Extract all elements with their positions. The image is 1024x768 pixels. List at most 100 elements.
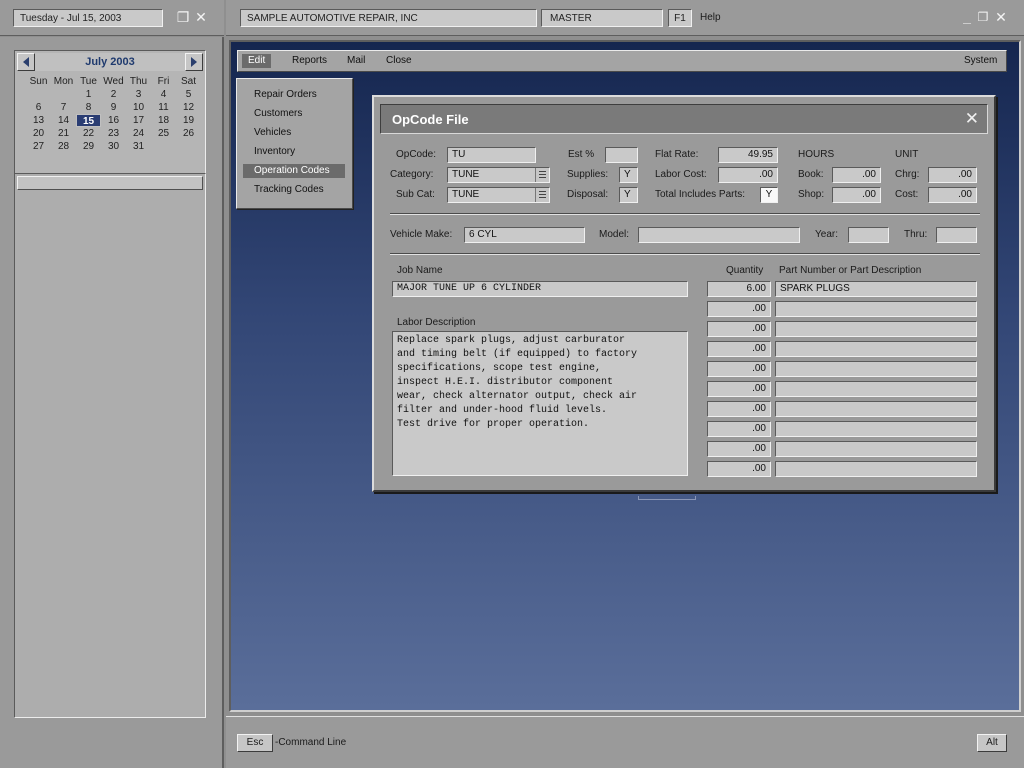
- category-select[interactable]: TUNE: [447, 167, 550, 183]
- opcode-field[interactable]: TU: [447, 147, 536, 163]
- calendar-day[interactable]: 3: [126, 88, 151, 101]
- menu-reports[interactable]: Reports: [286, 54, 333, 68]
- calendar-day[interactable]: 2: [101, 88, 126, 101]
- calendar-day[interactable]: 24: [126, 127, 151, 140]
- menu-edit[interactable]: Edit: [242, 54, 272, 68]
- calendar-day[interactable]: 31: [126, 140, 151, 153]
- est-pct-field[interactable]: [605, 147, 638, 163]
- quantity-field[interactable]: .00: [707, 441, 771, 457]
- opcode-label: OpCode:: [396, 149, 437, 160]
- quantity-field[interactable]: .00: [707, 361, 771, 377]
- f1-key[interactable]: F1: [668, 9, 692, 27]
- disposal-field[interactable]: Y: [619, 187, 638, 203]
- year-field[interactable]: [848, 227, 889, 243]
- quantity-field[interactable]: .00: [707, 301, 771, 317]
- close-icon[interactable]: ✕: [194, 8, 208, 26]
- maximize-icon[interactable]: ❐: [976, 8, 990, 26]
- calendar-day[interactable]: 14: [51, 114, 76, 127]
- menu-item-operation-codes[interactable]: Operation Codes: [243, 164, 345, 178]
- subcat-select[interactable]: TUNE: [447, 187, 550, 203]
- part-field[interactable]: [775, 301, 977, 317]
- model-field[interactable]: [638, 227, 800, 243]
- part-field[interactable]: SPARK PLUGS: [775, 281, 977, 297]
- part-field[interactable]: [775, 341, 977, 357]
- calendar-day[interactable]: 30: [101, 140, 126, 153]
- part-field[interactable]: [775, 441, 977, 457]
- bottom-bar: Esc -Command Line Alt: [226, 716, 1024, 768]
- labor-description-field[interactable]: Replace spark plugs, adjust carburator a…: [392, 331, 688, 476]
- calendar-day[interactable]: 5: [176, 88, 201, 101]
- calendar-day[interactable]: 25: [151, 127, 176, 140]
- labor-cost-field[interactable]: .00: [718, 167, 778, 183]
- close-icon[interactable]: ✕: [965, 109, 979, 129]
- calendar-day[interactable]: 9: [101, 101, 126, 114]
- calendar-day[interactable]: 7: [51, 101, 76, 114]
- calendar-day-selected[interactable]: 15: [76, 114, 101, 127]
- calendar-day[interactable]: 13: [26, 114, 51, 127]
- calendar-day[interactable]: 23: [101, 127, 126, 140]
- part-field[interactable]: [775, 461, 977, 477]
- calendar-day[interactable]: 19: [176, 114, 201, 127]
- part-field[interactable]: [775, 321, 977, 337]
- next-month-button[interactable]: [185, 53, 203, 71]
- quantity-field[interactable]: .00: [707, 381, 771, 397]
- menu-item-inventory[interactable]: Inventory: [243, 145, 345, 159]
- quantity-field[interactable]: .00: [707, 401, 771, 417]
- calendar-day[interactable]: 17: [126, 114, 151, 127]
- menu-item-vehicles[interactable]: Vehicles: [243, 126, 345, 140]
- top-bar: SAMPLE AUTOMOTIVE REPAIR, INC MASTER F1 …: [226, 0, 1024, 36]
- unit-charge-field[interactable]: .00: [928, 167, 977, 183]
- list-icon[interactable]: [535, 188, 549, 202]
- calendar-day[interactable]: 16: [101, 114, 126, 127]
- left-list-header[interactable]: [17, 176, 203, 190]
- calendar-day[interactable]: 26: [176, 127, 201, 140]
- alt-button[interactable]: Alt: [977, 734, 1007, 752]
- book-hours-field[interactable]: .00: [832, 167, 881, 183]
- part-field[interactable]: [775, 381, 977, 397]
- menu-close[interactable]: Close: [380, 54, 418, 68]
- minimize-icon[interactable]: _: [960, 8, 974, 26]
- menu-system[interactable]: System: [958, 54, 1003, 68]
- quantity-field[interactable]: 6.00: [707, 281, 771, 297]
- quantity-field[interactable]: .00: [707, 341, 771, 357]
- unit-cost-field[interactable]: .00: [928, 187, 977, 203]
- supplies-field[interactable]: Y: [619, 167, 638, 183]
- part-field[interactable]: [775, 361, 977, 377]
- calendar-day[interactable]: 12: [176, 101, 201, 114]
- shop-hours-field[interactable]: .00: [832, 187, 881, 203]
- calendar-day[interactable]: 22: [76, 127, 101, 140]
- dialog-titlebar[interactable]: OpCode File ✕: [380, 104, 988, 134]
- calendar-day[interactable]: 21: [51, 127, 76, 140]
- restore-icon[interactable]: ❐: [176, 8, 190, 26]
- job-name-field[interactable]: MAJOR TUNE UP 6 CYLINDER: [392, 281, 688, 297]
- quantity-field[interactable]: .00: [707, 421, 771, 437]
- quantity-field[interactable]: .00: [707, 321, 771, 337]
- quantity-field[interactable]: .00: [707, 461, 771, 477]
- calendar-day[interactable]: 8: [76, 101, 101, 114]
- calendar-day[interactable]: 1: [76, 88, 101, 101]
- menu-item-customers[interactable]: Customers: [243, 107, 345, 121]
- menu-item-tracking-codes[interactable]: Tracking Codes: [243, 183, 345, 197]
- calendar-day[interactable]: 28: [51, 140, 76, 153]
- esc-button[interactable]: Esc: [237, 734, 273, 752]
- vehicle-make-field[interactable]: 6 CYL: [464, 227, 585, 243]
- part-field[interactable]: [775, 421, 977, 437]
- calendar-day[interactable]: 10: [126, 101, 151, 114]
- calendar-day[interactable]: 20: [26, 127, 51, 140]
- list-icon[interactable]: [535, 168, 549, 182]
- calendar-day[interactable]: 18: [151, 114, 176, 127]
- calendar-day[interactable]: 11: [151, 101, 176, 114]
- calendar-day[interactable]: 27: [26, 140, 51, 153]
- total-includes-parts-field[interactable]: Y: [760, 187, 778, 203]
- calendar-day[interactable]: 4: [151, 88, 176, 101]
- calendar-day[interactable]: 6: [26, 101, 51, 114]
- calendar-day[interactable]: 29: [76, 140, 101, 153]
- part-field[interactable]: [775, 401, 977, 417]
- menu-item-repair-orders[interactable]: Repair Orders: [243, 88, 345, 102]
- flat-rate-field[interactable]: 49.95: [718, 147, 778, 163]
- thru-field[interactable]: [936, 227, 977, 243]
- menu-mail[interactable]: Mail: [341, 54, 371, 68]
- close-icon[interactable]: ✕: [994, 8, 1008, 26]
- prev-month-button[interactable]: [17, 53, 35, 71]
- help-link[interactable]: Help: [700, 12, 721, 23]
